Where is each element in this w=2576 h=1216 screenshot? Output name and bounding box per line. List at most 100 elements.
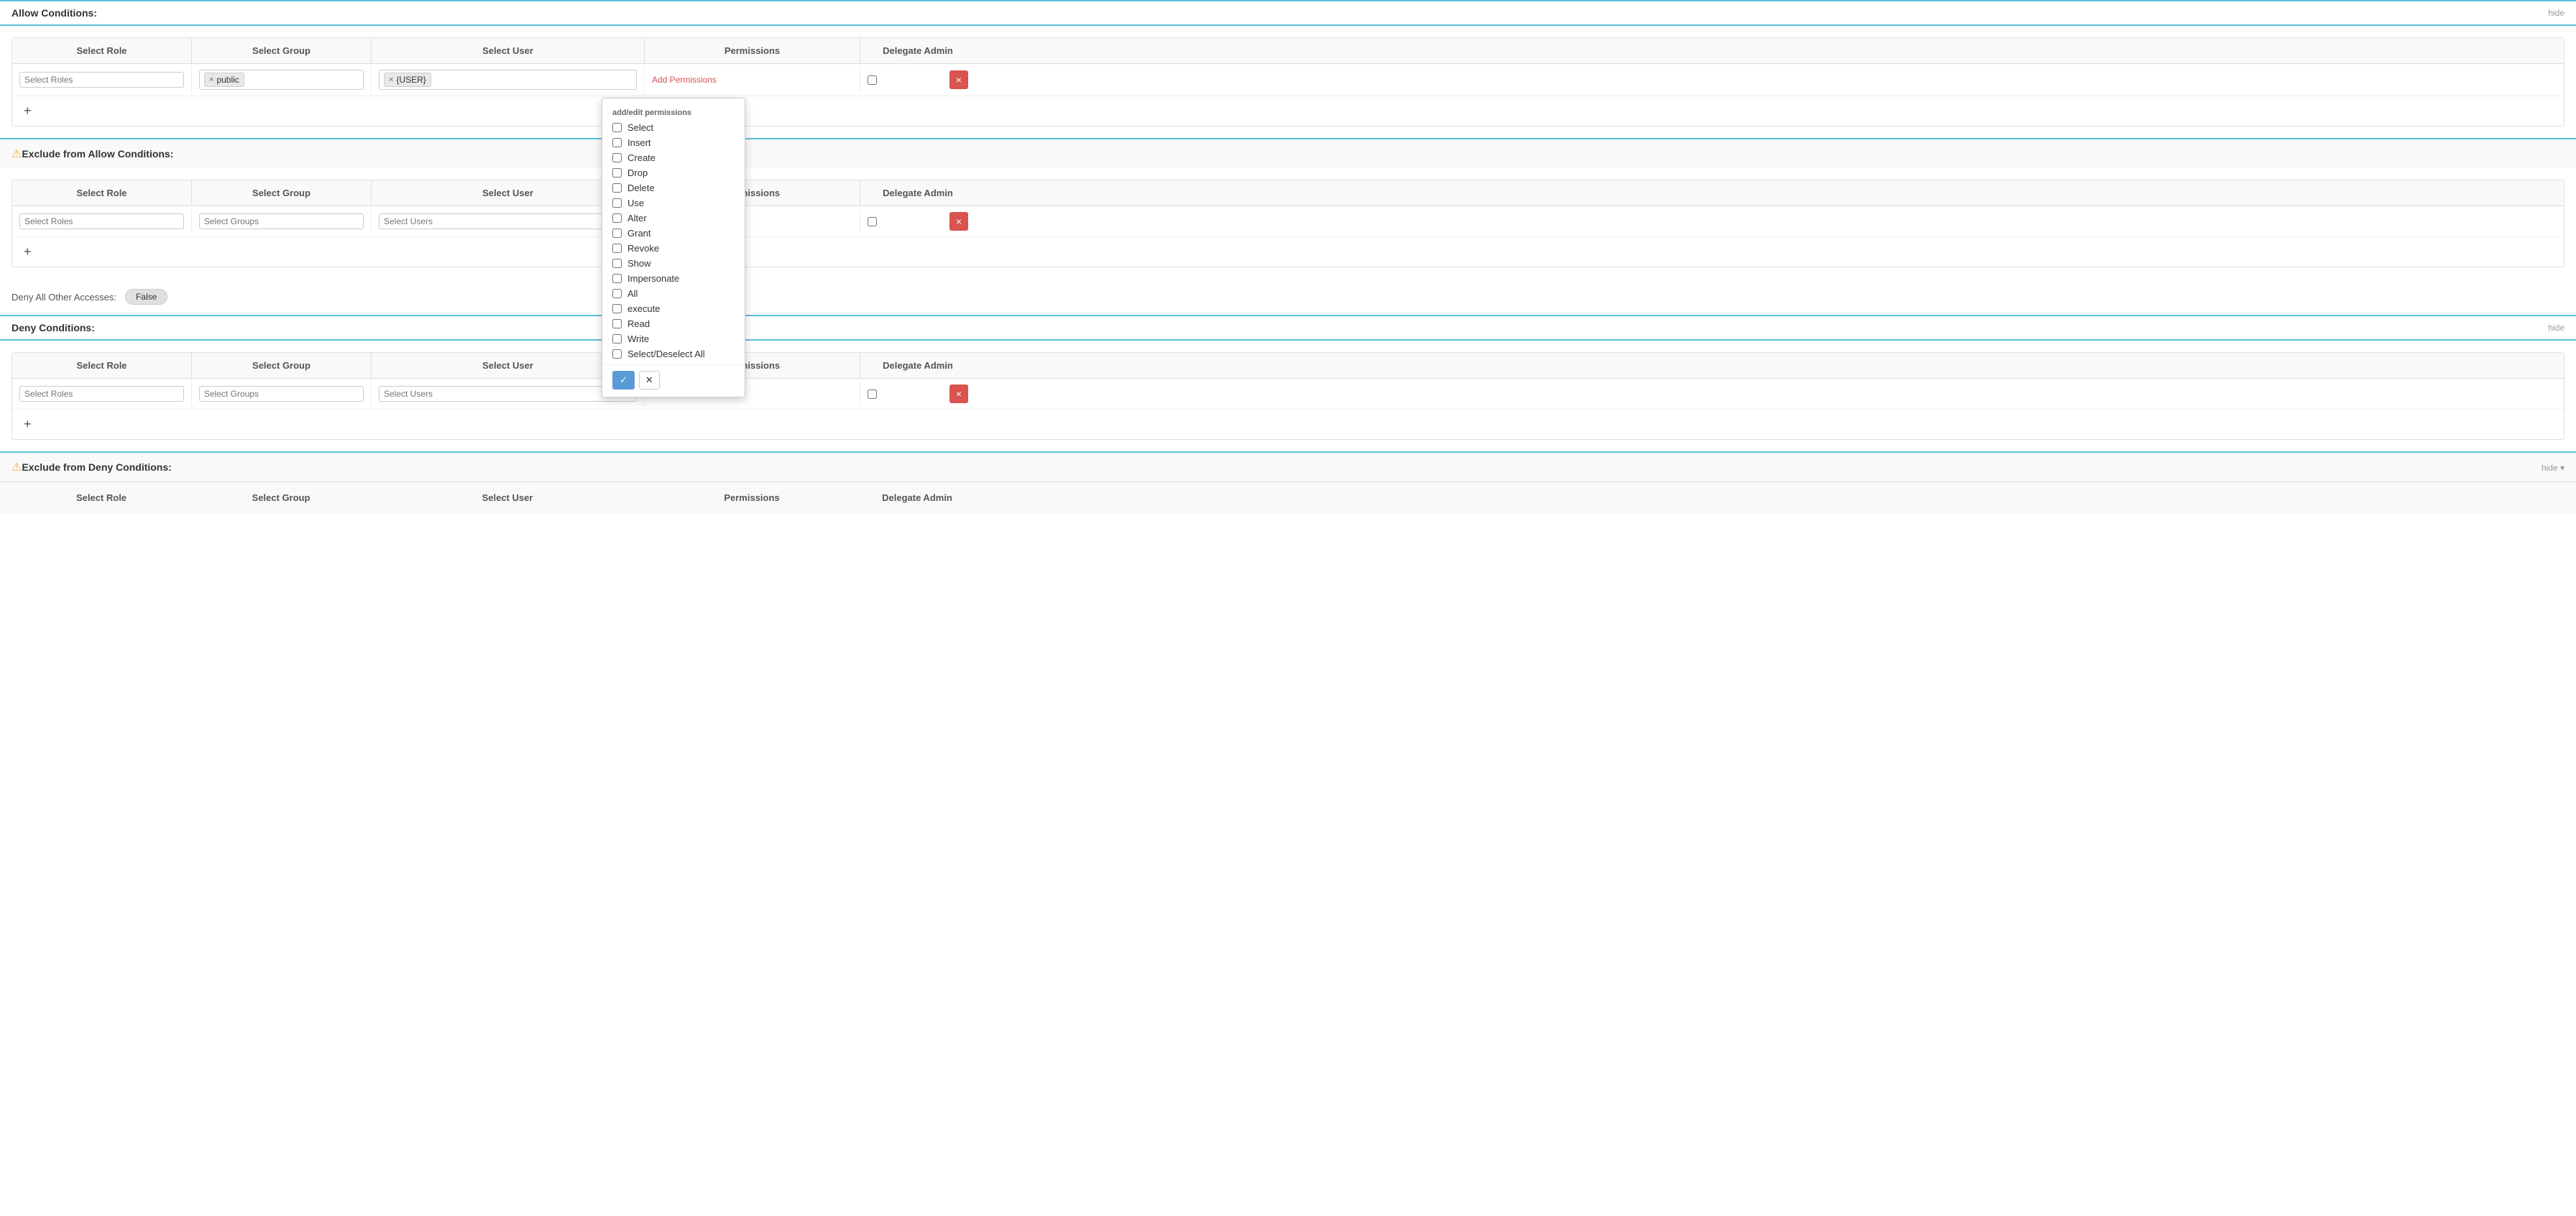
exclude-allow-role-input[interactable]: [19, 213, 184, 229]
perm-item-select[interactable]: Select: [602, 120, 745, 135]
perm-checkbox-select-deselect-all[interactable]: [612, 349, 622, 359]
exclude-allow-add-row-button[interactable]: +: [12, 237, 43, 267]
allow-conditions-title: Allow Conditions:: [12, 7, 97, 19]
perm-checkbox-drop[interactable]: [612, 168, 622, 178]
exclude-allow-col-delegate: Delegate Admin: [860, 180, 975, 206]
perm-item-execute[interactable]: execute: [602, 301, 745, 316]
perm-item-insert[interactable]: Insert: [602, 135, 745, 150]
perm-checkbox-show[interactable]: [612, 259, 622, 268]
deny-conditions-hide[interactable]: hide: [2548, 323, 2564, 333]
exclude-deny-hide[interactable]: hide ▾: [2542, 463, 2564, 473]
perm-checkbox-revoke[interactable]: [612, 244, 622, 253]
perm-checkbox-select[interactable]: [612, 123, 622, 132]
dropdown-section-title: add/edit permissions: [602, 106, 745, 120]
perm-item-use[interactable]: Use: [602, 195, 745, 211]
perm-item-all[interactable]: All: [602, 286, 745, 301]
dropdown-cancel-button[interactable]: ✕: [639, 371, 660, 390]
exclude-allow-user-field[interactable]: [384, 216, 632, 226]
perm-item-write[interactable]: Write: [602, 331, 745, 346]
allow-user-field[interactable]: [433, 75, 632, 85]
perm-label-delete: Delete: [627, 183, 655, 193]
allow-role-cell: [12, 66, 192, 93]
allow-group-input[interactable]: × public: [199, 70, 364, 90]
exclude-deny-title: Exclude from Deny Conditions:: [22, 461, 171, 473]
exclude-allow-delete-button[interactable]: ×: [949, 212, 968, 231]
allow-delegate-cell: ×: [860, 65, 975, 95]
allow-add-permissions-link[interactable]: Add Permissions: [652, 75, 717, 85]
perm-item-alter[interactable]: Alter: [602, 211, 745, 226]
allow-col-permissions: Permissions: [645, 38, 860, 63]
allow-role-field[interactable]: [24, 75, 179, 85]
deny-conditions-body: Select Role Select Group Select User Per…: [12, 352, 2564, 440]
dropdown-confirm-button[interactable]: ✓: [612, 371, 635, 390]
perm-item-drop[interactable]: Drop: [602, 165, 745, 180]
deny-role-input[interactable]: [19, 386, 184, 402]
deny-all-label: Deny All Other Accesses:: [12, 292, 116, 303]
perm-checkbox-grant[interactable]: [612, 229, 622, 238]
allow-table-row: × public × {USER}: [12, 64, 2564, 96]
exclude-deny-header: ⚠ Exclude from Deny Conditions: hide ▾: [0, 451, 2576, 482]
deny-col-group: Select Group: [192, 353, 372, 378]
exclude-allow-delegate-cell: ×: [860, 206, 975, 236]
perm-label-select-deselect-all: Select/Deselect All: [627, 349, 705, 359]
perm-checkbox-impersonate[interactable]: [612, 274, 622, 283]
deny-all-row: Deny All Other Accesses: False: [0, 279, 2576, 315]
allow-group-tag-public: × public: [204, 73, 244, 87]
bottom-col-permissions: Permissions: [644, 488, 860, 507]
allow-col-group: Select Group: [192, 38, 372, 63]
deny-add-row-button[interactable]: +: [12, 410, 43, 439]
perm-checkbox-delete[interactable]: [612, 183, 622, 193]
exclude-allow-delegate-checkbox[interactable]: [868, 217, 877, 226]
allow-delegate-checkbox[interactable]: [868, 75, 877, 85]
perm-checkbox-write[interactable]: [612, 334, 622, 344]
deny-user-input[interactable]: [379, 386, 637, 402]
deny-group-cell: [192, 380, 372, 407]
perm-item-show[interactable]: Show: [602, 256, 745, 271]
perm-label-read: Read: [627, 318, 650, 329]
exclude-allow-group-input[interactable]: [199, 213, 364, 229]
deny-role-cell: [12, 380, 192, 407]
perm-item-create[interactable]: Create: [602, 150, 745, 165]
allow-user-tag-remove[interactable]: ×: [389, 75, 393, 84]
exclude-allow-warning-icon: ⚠: [12, 147, 22, 161]
perm-checkbox-create[interactable]: [612, 153, 622, 162]
perm-item-revoke[interactable]: Revoke: [602, 241, 745, 256]
exclude-allow-group-field[interactable]: [204, 216, 359, 226]
perm-checkbox-execute[interactable]: [612, 304, 622, 313]
exclude-allow-user-input[interactable]: [379, 213, 637, 229]
perm-checkbox-insert[interactable]: [612, 138, 622, 147]
allow-role-input[interactable]: [19, 72, 184, 88]
perm-checkbox-all[interactable]: [612, 289, 622, 298]
perm-label-grant: Grant: [627, 228, 651, 239]
allow-group-field[interactable]: [247, 75, 359, 85]
allow-user-tag-value: {USER}: [396, 75, 426, 85]
allow-group-tag-remove[interactable]: ×: [209, 75, 213, 84]
deny-group-input[interactable]: [199, 386, 364, 402]
allow-conditions-section: Allow Conditions: hide Select Role Selec…: [0, 0, 2576, 267]
deny-col-delegate: Delegate Admin: [860, 353, 975, 378]
perm-item-read[interactable]: Read: [602, 316, 745, 331]
perm-checkbox-read[interactable]: [612, 319, 622, 328]
perm-label-insert: Insert: [627, 137, 651, 148]
perm-item-select-deselect-all[interactable]: Select/Deselect All: [602, 346, 745, 361]
exclude-allow-role-cell: [12, 208, 192, 235]
exclude-allow-table-row: Add Permissions + ×: [12, 206, 2564, 237]
allow-col-user: Select User: [372, 38, 645, 63]
deny-user-field[interactable]: [384, 389, 632, 399]
perm-item-grant[interactable]: Grant: [602, 226, 745, 241]
deny-role-field[interactable]: [24, 389, 179, 399]
deny-all-toggle[interactable]: False: [125, 289, 167, 305]
allow-conditions-hide[interactable]: hide: [2548, 8, 2564, 18]
deny-delete-button[interactable]: ×: [949, 384, 968, 403]
perm-checkbox-alter[interactable]: [612, 213, 622, 223]
exclude-allow-role-field[interactable]: [24, 216, 179, 226]
allow-delete-row-button[interactable]: ×: [949, 70, 968, 89]
perm-item-delete[interactable]: Delete: [602, 180, 745, 195]
allow-user-input[interactable]: × {USER}: [379, 70, 637, 90]
deny-group-field[interactable]: [204, 389, 359, 399]
allow-add-row-button[interactable]: +: [12, 96, 43, 126]
deny-delegate-checkbox[interactable]: [868, 390, 877, 399]
perm-item-impersonate[interactable]: Impersonate: [602, 271, 745, 286]
allow-permissions-wrapper: Add Permissions: [652, 75, 852, 85]
perm-checkbox-use[interactable]: [612, 198, 622, 208]
